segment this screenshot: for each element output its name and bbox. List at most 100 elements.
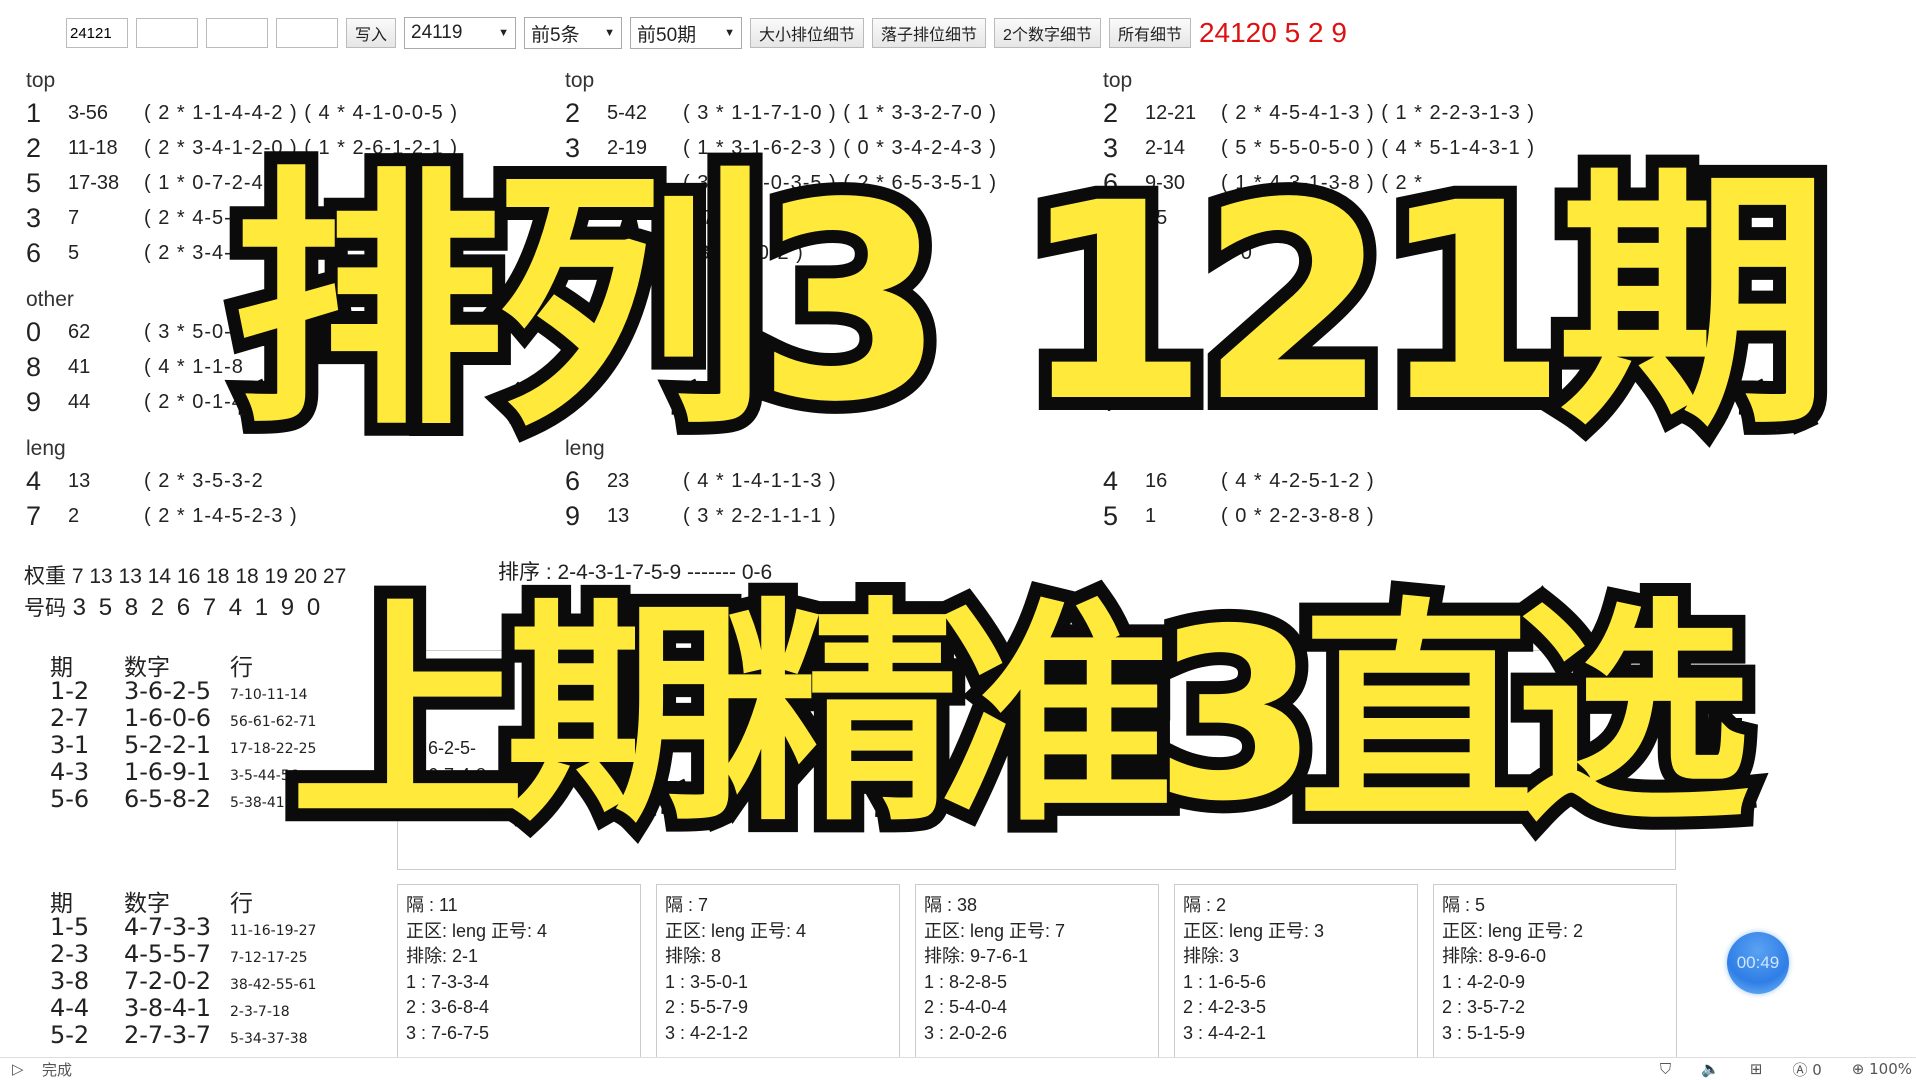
- rank-row: 2 12-21 ( 2 * 4-5-4-1-3 ) ( 1 * 2-2-3-1-3 …: [1103, 96, 1623, 131]
- box-line: 隔 : 38: [924, 895, 978, 915]
- box-line: 2 : 3-5-7-2: [1442, 997, 1526, 1017]
- rank-row: 4 13 ( 2 * 3-5-3-2: [26, 464, 546, 499]
- box-line: 正区: leng 正号: 7: [924, 920, 1066, 941]
- table-cell: 4-3: [50, 758, 90, 786]
- table-cell: 2-7-3-7: [124, 1021, 212, 1049]
- all-detail-button[interactable]: 所有细节: [1108, 18, 1191, 48]
- table-cell: 1-6-0-6: [124, 704, 212, 732]
- box-line: 隔 : 7: [665, 895, 709, 915]
- table-cell: 4-7-3-3: [124, 913, 212, 941]
- issue-select[interactable]: 24119 ▼: [404, 17, 517, 49]
- table-cell: 38-42-55-61: [230, 977, 317, 993]
- range: 62: [68, 321, 91, 343]
- table-cell: 1-6-9-1: [124, 758, 212, 786]
- range: 13: [607, 505, 630, 527]
- number-input-3[interactable]: [276, 18, 338, 48]
- table-cell: 1-5: [50, 913, 90, 941]
- range: 16: [1145, 470, 1168, 492]
- table-cell: 5-34-37-38: [230, 1031, 308, 1047]
- box-line: 2 : 3-6-8-4: [406, 997, 490, 1017]
- groups: ( 3 * 1-1-7-1-0 ) ( 1 * 3-3-2-7-0 ): [683, 102, 997, 124]
- number-input-1[interactable]: [136, 18, 198, 48]
- table-row: 4-3 1-6-9-1 3-5-44-56: [50, 759, 316, 786]
- weights-label: 权重: [24, 565, 66, 588]
- groups: ( 2 * 3-5-3-2: [144, 470, 264, 492]
- box-line: 2 : 5-4-0-4: [924, 997, 1008, 1017]
- table-row: 3-1 5-2-2-1 17-18-22-25: [50, 732, 316, 759]
- box-line: 隔 : 5: [1442, 895, 1486, 915]
- issue-select-value: 24119: [411, 22, 463, 43]
- groups: ( 2 * 0-1-4: [144, 391, 244, 413]
- rank-row: 5 1 ( 0 * 2-2-3-8-8 ): [1103, 499, 1623, 534]
- size-rank-detail-button[interactable]: 大小排位细节: [750, 18, 865, 48]
- digit: 9: [26, 387, 42, 417]
- table-cell: 7-12-17-25: [230, 950, 308, 966]
- box-line: 排除: 8: [665, 946, 722, 966]
- table-row: 5-2 2-7-3-7 5-34-37-38: [50, 1022, 316, 1049]
- box-line: 正区: leng 正号: 3: [1183, 920, 1325, 941]
- chevron-down-icon: ▼: [604, 27, 616, 39]
- analysis-box: 隔 : 38 正区: leng 正号: 7 排除: 9-7-6-1 1 : 8-2-8…: [915, 884, 1159, 1058]
- box-line: 隔 : 2: [1183, 895, 1227, 915]
- box-line: 正区: leng 正号: 4: [406, 920, 548, 941]
- column-header: 期: [50, 891, 73, 917]
- drop-rank-detail-button[interactable]: 落子排位细节: [872, 18, 987, 48]
- digit: 2: [565, 98, 581, 128]
- write-button[interactable]: 写入: [346, 18, 397, 48]
- zoom-control[interactable]: ⊕ 100%: [1852, 1060, 1912, 1078]
- table-cell: 4-5-5-7: [124, 940, 212, 968]
- adblock-icon[interactable]: Ⓐ 0: [1792, 1059, 1821, 1080]
- digit: 1: [26, 98, 42, 128]
- range: 17-38: [68, 172, 120, 194]
- box-line: 3 : 4-2-1-2: [665, 1022, 749, 1043]
- issue-input[interactable]: [66, 18, 128, 48]
- rank-row: 9 13 ( 3 * 2-2-1-1-1 ): [565, 499, 1085, 534]
- range: 13: [68, 470, 91, 492]
- table-cell: 3-1: [50, 731, 90, 759]
- timer-badge[interactable]: 00:49: [1727, 932, 1789, 994]
- box-line: 1 : 8-2-8-5: [924, 971, 1008, 992]
- rank-row: 6 23 ( 4 * 1-4-1-1-3 ): [565, 464, 1085, 499]
- overlay-title-line2: 上期精准3直选: [277, 578, 1763, 853]
- digit: 0: [26, 317, 42, 347]
- box-line: 正区: leng 正号: 4: [665, 920, 807, 941]
- shield-icon[interactable]: ⛉: [1660, 1060, 1671, 1078]
- period-select[interactable]: 前50期 ▼: [630, 17, 743, 49]
- table-cell: 7-2-0-2: [124, 967, 212, 995]
- digit: 8: [26, 352, 42, 382]
- table-cell: 5-2: [50, 1021, 90, 1049]
- groups: ( 2 * 1-1-4-4-2 ) ( 4 * 4-1-0-0-5 ): [144, 102, 458, 124]
- box-line: 排除: 8-9-6-0: [1442, 946, 1547, 966]
- groups: ( 4 * 4-2-5-1-2 ): [1221, 470, 1375, 492]
- play-icon[interactable]: ▷: [12, 1060, 42, 1078]
- box-line: 2 : 4-2-3-5: [1183, 997, 1267, 1017]
- range: 3-56: [68, 102, 109, 124]
- table-cell: 4-4: [50, 994, 90, 1022]
- number-input-2[interactable]: [206, 18, 268, 48]
- ad-count: 0: [1812, 1060, 1822, 1079]
- box-line: 3 : 5-1-5-9: [1442, 1022, 1526, 1043]
- section-label: top: [1103, 69, 1133, 92]
- digit: 5: [26, 168, 42, 198]
- table-row: 1-5 4-7-3-3 11-16-19-27: [50, 914, 316, 941]
- digit: 2: [26, 133, 42, 163]
- download-icon[interactable]: ⊞: [1750, 1060, 1763, 1078]
- table-header: 期 数字 行: [50, 884, 316, 917]
- speaker-icon[interactable]: 🔈: [1701, 1060, 1720, 1078]
- table-row: 2-3 4-5-5-7 7-12-17-25: [50, 941, 316, 968]
- groups: ( 3 * 5-0-1: [144, 321, 244, 343]
- table-row: 1-2 3-6-2-5 7-10-11-14: [50, 678, 316, 705]
- table-cell: 6-5-8-2: [124, 785, 212, 813]
- table-row: 4-4 3-8-4-1 2-3-7-18: [50, 995, 316, 1022]
- rank-row: 4 16 ( 4 * 4-2-5-1-2 ): [1103, 464, 1623, 499]
- count-select[interactable]: 前5条 ▼: [524, 17, 623, 49]
- column-header: 行: [230, 655, 253, 681]
- two-digit-detail-button[interactable]: 2个数字细节: [994, 18, 1101, 48]
- period-table-1: 期数字行 1-2 3-6-2-5 7-10-11-14 2-7 1-6-0-6 56-61-…: [50, 648, 316, 813]
- digit: 6: [565, 466, 581, 496]
- range: 44: [68, 391, 91, 413]
- box-line: 1 : 1-6-5-6: [1183, 971, 1267, 992]
- analysis-box: 隔 : 7 正区: leng 正号: 4 排除: 8 1 : 3-5-0-1 2 : 5…: [656, 884, 900, 1058]
- groups: ( 3 * 2-2-1-1-1 ): [683, 505, 837, 527]
- range: 12-21: [1145, 102, 1197, 124]
